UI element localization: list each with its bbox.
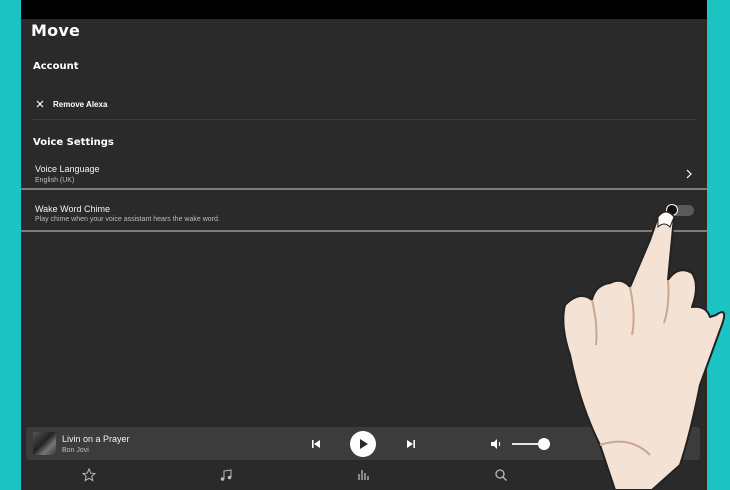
bottom-tab-bar: [21, 462, 707, 490]
voice-language-title: Voice Language: [35, 164, 100, 174]
next-track-icon[interactable]: [405, 438, 417, 450]
remove-alexa-label: Remove Alexa: [53, 100, 108, 109]
divider: [21, 230, 707, 232]
voice-language-row[interactable]: Voice Language English (UK): [21, 160, 707, 188]
section-account-heading: Account: [33, 61, 79, 72]
track-title: Livin on a Prayer: [62, 434, 130, 444]
now-playing-bar[interactable]: Livin on a Prayer Bon Jovi: [26, 427, 700, 460]
wake-word-chime-description: Play chime when your voice assistant hea…: [35, 216, 220, 223]
album-art[interactable]: [33, 432, 56, 455]
remove-alexa-button[interactable]: Remove Alexa: [33, 95, 695, 115]
equalizer-icon[interactable]: [357, 468, 371, 482]
toggle-knob: [666, 204, 678, 216]
chevron-right-icon: [686, 169, 692, 179]
wake-word-chime-toggle[interactable]: [666, 204, 694, 216]
play-button[interactable]: [350, 431, 376, 457]
wake-word-chime-title: Wake Word Chime: [35, 204, 111, 214]
close-icon: [36, 100, 44, 108]
gear-icon[interactable]: [631, 468, 645, 482]
wake-word-chime-row: Wake Word Chime Play chime when your voi…: [21, 200, 707, 230]
search-icon[interactable]: [494, 468, 508, 482]
play-icon: [360, 439, 368, 449]
voice-language-value: English (UK): [35, 177, 75, 184]
track-artist: Bon Jovi: [62, 447, 89, 454]
page-title: Move: [31, 21, 80, 40]
divider: [21, 188, 707, 190]
app-window: Move Account Remove Alexa Voice Settings…: [21, 0, 707, 490]
volume-icon[interactable]: [490, 438, 502, 450]
queue-icon[interactable]: [676, 438, 687, 449]
status-bar: [21, 0, 707, 19]
section-voice-settings-heading: Voice Settings: [33, 137, 114, 148]
star-icon[interactable]: [82, 468, 96, 482]
previous-track-icon[interactable]: [310, 438, 322, 450]
volume-slider-handle[interactable]: [538, 438, 551, 450]
music-note-icon[interactable]: [219, 468, 233, 482]
divider: [33, 119, 695, 120]
